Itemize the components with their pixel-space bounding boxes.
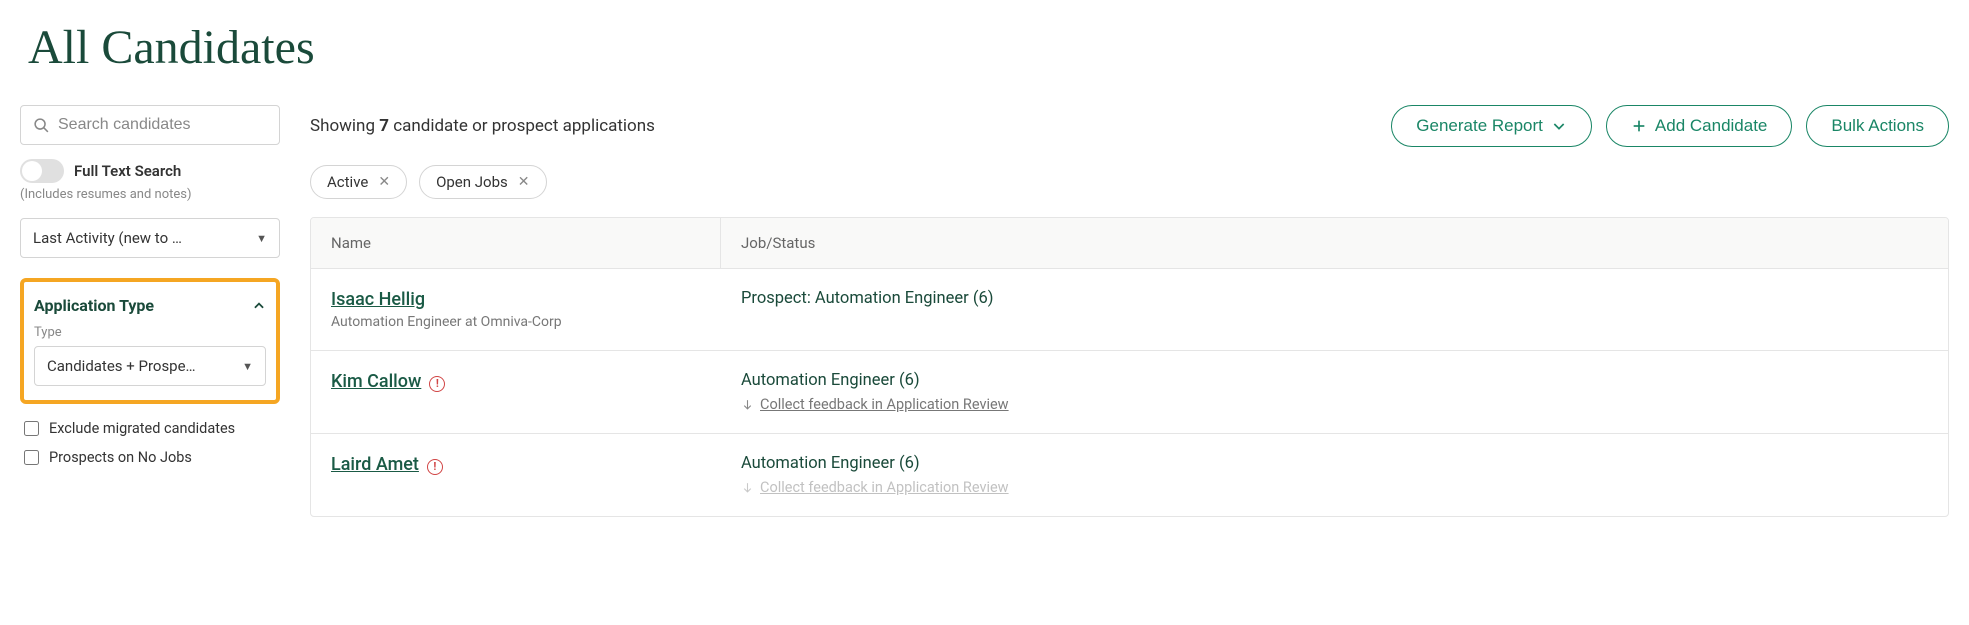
- full-text-search-label: Full Text Search: [74, 162, 181, 180]
- application-type-header[interactable]: Application Type: [34, 296, 266, 315]
- sort-select-value: Last Activity (new to …: [33, 229, 182, 247]
- generate-report-label: Generate Report: [1416, 116, 1543, 136]
- type-select[interactable]: Candidates + Prospe… ▼: [34, 346, 266, 386]
- full-text-search-toggle[interactable]: [20, 159, 64, 183]
- results-suffix: candidate or prospect applications: [389, 116, 655, 136]
- table-row: Laird Amet ! Automation Engineer (6) Col…: [311, 434, 1948, 516]
- sort-select[interactable]: Last Activity (new to … ▼: [20, 218, 280, 258]
- alert-icon: !: [429, 376, 445, 392]
- column-name: Name: [311, 218, 721, 268]
- prospects-no-jobs-input[interactable]: [24, 450, 39, 465]
- feedback-link[interactable]: Collect feedback in Application Review: [760, 479, 1009, 496]
- search-icon: [33, 117, 50, 134]
- application-type-filter: Application Type Type Candidates + Prosp…: [20, 278, 280, 404]
- exclude-migrated-label: Exclude migrated candidates: [49, 420, 235, 437]
- job-status: Automation Engineer (6): [741, 371, 1928, 390]
- type-sublabel: Type: [34, 325, 266, 340]
- results-summary: Showing 7 candidate or prospect applicat…: [310, 116, 655, 136]
- feedback-link[interactable]: Collect feedback in Application Review: [760, 396, 1009, 413]
- chevron-down-icon: [1551, 118, 1567, 134]
- candidate-name-link[interactable]: Isaac Hellig: [331, 289, 425, 310]
- chevron-up-icon: [252, 299, 266, 313]
- arrow-down-icon: [741, 481, 754, 494]
- job-status: Prospect: Automation Engineer (6): [741, 289, 1928, 308]
- table-row: Isaac Hellig Automation Engineer at Omni…: [311, 269, 1948, 351]
- prospects-no-jobs-checkbox[interactable]: Prospects on No Jobs: [20, 443, 280, 472]
- exclude-migrated-checkbox[interactable]: Exclude migrated candidates: [20, 414, 280, 443]
- alert-icon: !: [427, 459, 443, 475]
- bulk-actions-label: Bulk Actions: [1831, 116, 1924, 136]
- full-text-search-hint: (Includes resumes and notes): [20, 187, 280, 202]
- main-content: Showing 7 candidate or prospect applicat…: [310, 105, 1949, 517]
- close-icon[interactable]: ✕: [378, 174, 390, 190]
- chip-active-label: Active: [327, 173, 368, 191]
- job-status: Automation Engineer (6): [741, 454, 1928, 473]
- sidebar: Full Text Search (Includes resumes and n…: [20, 105, 280, 517]
- generate-report-button[interactable]: Generate Report: [1391, 105, 1592, 147]
- plus-icon: [1631, 118, 1647, 134]
- column-job-status: Job/Status: [721, 218, 1948, 268]
- candidates-table: Name Job/Status Isaac Hellig Automation …: [310, 217, 1949, 517]
- search-input[interactable]: [58, 116, 267, 134]
- candidate-name-link[interactable]: Laird Amet: [331, 454, 419, 475]
- chevron-down-icon: ▼: [256, 232, 267, 245]
- chevron-down-icon: ▼: [242, 360, 253, 373]
- candidate-subtitle: Automation Engineer at Omniva-Corp: [331, 314, 701, 330]
- chip-open-jobs-label: Open Jobs: [436, 173, 508, 191]
- application-type-title: Application Type: [34, 296, 154, 315]
- page-title: All Candidates: [28, 20, 1949, 75]
- results-prefix: Showing: [310, 116, 379, 136]
- search-input-wrapper[interactable]: [20, 105, 280, 145]
- type-select-value: Candidates + Prospe…: [47, 357, 196, 375]
- add-candidate-button[interactable]: Add Candidate: [1606, 105, 1792, 147]
- candidate-name-link[interactable]: Kim Callow: [331, 371, 421, 392]
- bulk-actions-button[interactable]: Bulk Actions: [1806, 105, 1949, 147]
- results-count: 7: [379, 116, 389, 136]
- chip-open-jobs[interactable]: Open Jobs ✕: [419, 165, 546, 199]
- table-row: Kim Callow ! Automation Engineer (6) Col…: [311, 351, 1948, 434]
- close-icon[interactable]: ✕: [518, 174, 530, 190]
- table-header: Name Job/Status: [311, 218, 1948, 269]
- add-candidate-label: Add Candidate: [1655, 116, 1767, 136]
- arrow-down-icon: [741, 398, 754, 411]
- chip-active[interactable]: Active ✕: [310, 165, 407, 199]
- prospects-no-jobs-label: Prospects on No Jobs: [49, 449, 192, 466]
- exclude-migrated-input[interactable]: [24, 421, 39, 436]
